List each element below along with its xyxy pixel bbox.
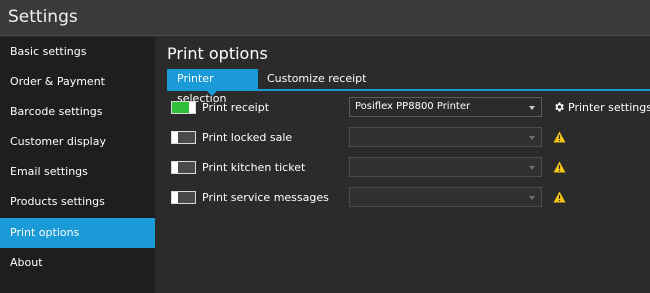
- sidebar-item-print-options[interactable]: Print options: [0, 218, 161, 248]
- window-title: Settings: [8, 7, 78, 27]
- sidebar-item-label: Print options: [10, 226, 80, 239]
- printer-select[interactable]: [349, 187, 542, 207]
- printer-select[interactable]: Posiflex PP8800 Printer: [349, 97, 542, 117]
- sidebar-item-basic-settings[interactable]: Basic settings: [0, 37, 155, 67]
- toggle-knob: [172, 192, 178, 203]
- chevron-down-icon: [529, 166, 535, 170]
- sidebar-item-label: Barcode settings: [10, 105, 103, 118]
- tab-printer-selection[interactable]: Printer selection: [167, 69, 258, 105]
- toggle-knob: [172, 162, 178, 173]
- sidebar-item-customer-display[interactable]: Customer display: [0, 127, 155, 157]
- option-label: Print service messages: [202, 191, 329, 204]
- chevron-down-icon: [529, 106, 535, 110]
- sidebar-item-order-payment[interactable]: Order & Payment: [0, 67, 155, 97]
- warning-icon: [553, 131, 566, 143]
- chevron-down-icon: [529, 196, 535, 200]
- sidebar-item-label: About: [10, 256, 43, 269]
- option-label: Print locked sale: [202, 131, 293, 144]
- print-locked-sale-toggle[interactable]: [171, 131, 196, 144]
- toggle-knob: [189, 102, 195, 113]
- option-label: Print kitchen ticket: [202, 161, 306, 174]
- sidebar-item-label: Basic settings: [10, 45, 87, 58]
- sidebar-item-products-settings[interactable]: Products settings: [0, 187, 155, 217]
- sidebar-item-email-settings[interactable]: Email settings: [0, 157, 155, 187]
- option-row-print-kitchen-ticket: Print kitchen ticket: [171, 156, 641, 180]
- sidebar: Basic settings Order & Payment Barcode s…: [0, 37, 161, 293]
- option-row-print-receipt: Print receipt Posiflex PP8800 Printer Pr…: [171, 96, 650, 120]
- sidebar-item-label: Products settings: [10, 195, 105, 208]
- tab-customize-receipt[interactable]: Customize receipt: [267, 69, 366, 89]
- option-row-print-service-messages: Print service messages: [171, 186, 641, 210]
- printer-settings-link[interactable]: Printer settings: [568, 101, 650, 114]
- option-row-print-locked-sale: Print locked sale: [171, 126, 641, 150]
- sidebar-item-barcode-settings[interactable]: Barcode settings: [0, 97, 155, 127]
- warning-icon: [553, 161, 566, 173]
- warning-icon: [553, 191, 566, 203]
- print-receipt-toggle[interactable]: [171, 101, 196, 114]
- gear-icon[interactable]: [553, 101, 565, 113]
- printer-select[interactable]: [349, 127, 542, 147]
- sidebar-item-label: Email settings: [10, 165, 88, 178]
- printer-select[interactable]: [349, 157, 542, 177]
- page-title: Print options: [167, 44, 268, 63]
- sidebar-item-label: Customer display: [10, 135, 106, 148]
- title-bar: Settings: [0, 0, 650, 36]
- print-kitchen-ticket-toggle[interactable]: [171, 161, 196, 174]
- sidebar-item-label: Order & Payment: [10, 75, 105, 88]
- chevron-down-icon: [529, 136, 535, 140]
- option-label: Print receipt: [202, 101, 270, 114]
- main-panel: Print options Printer selection Customiz…: [155, 37, 650, 293]
- print-service-messages-toggle[interactable]: [171, 191, 196, 204]
- sidebar-item-about[interactable]: About: [0, 248, 155, 278]
- tab-bar: Printer selection Customize receipt: [167, 69, 650, 105]
- toggle-knob: [172, 132, 178, 143]
- selected-printer: Posiflex PP8800 Printer: [355, 101, 471, 112]
